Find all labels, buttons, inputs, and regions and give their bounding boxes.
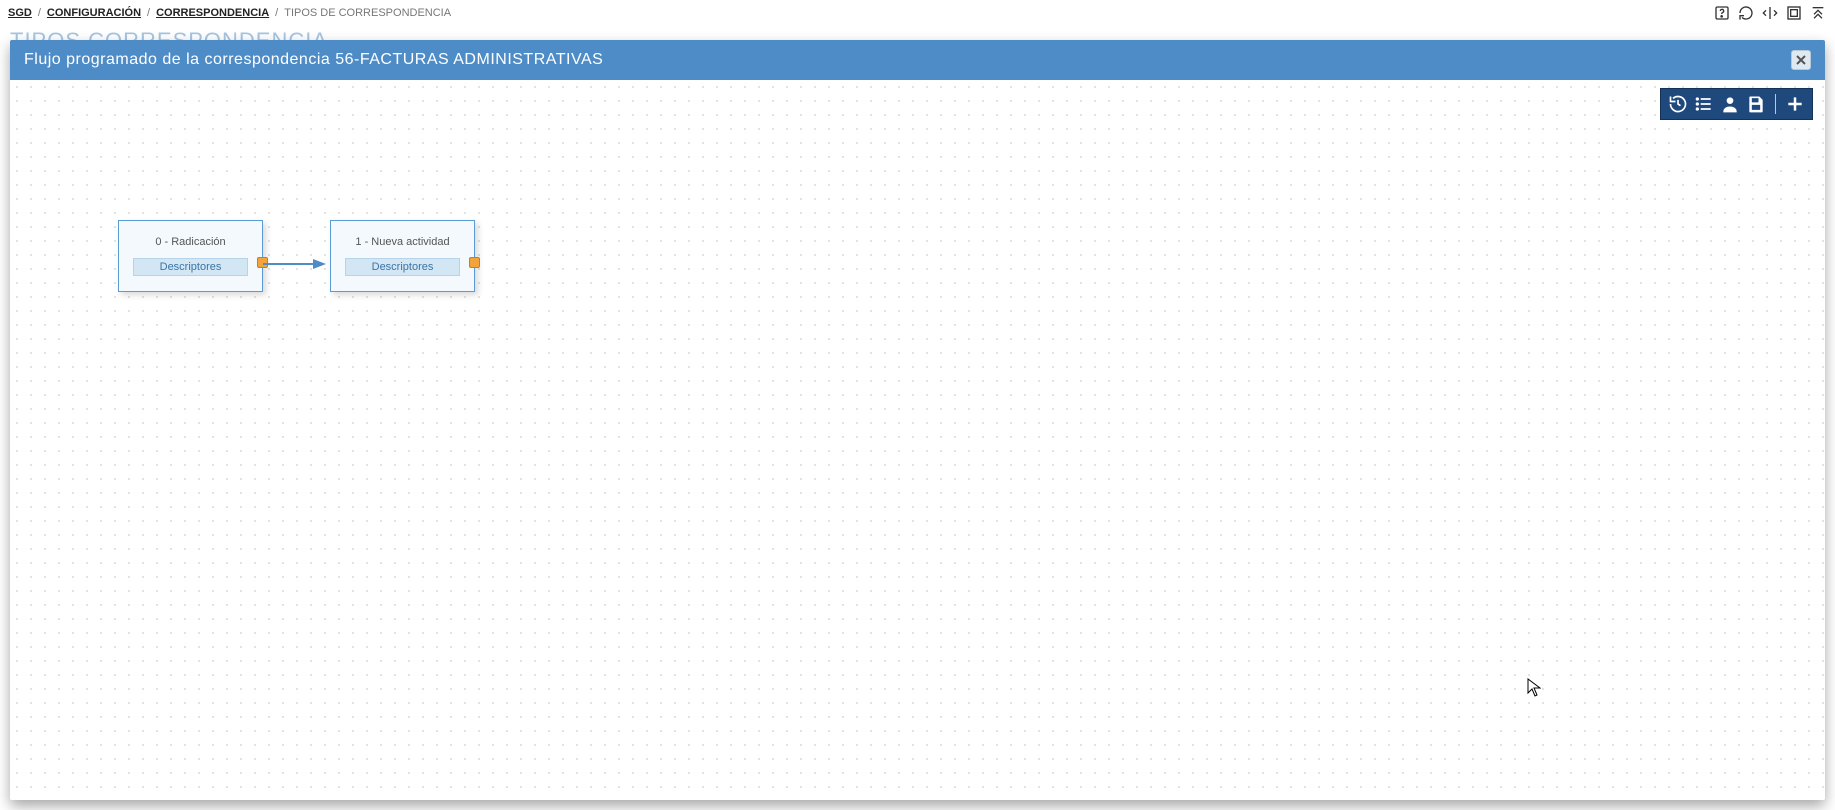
breadcrumb-level2[interactable]: CORRESPONDENCIA bbox=[156, 7, 269, 19]
descriptors-button[interactable]: Descriptores bbox=[133, 258, 248, 276]
breadcrumb-level1[interactable]: CONFIGURACIÓN bbox=[47, 7, 141, 19]
cursor-indicator bbox=[1527, 678, 1541, 698]
flow-node-out-port[interactable] bbox=[469, 257, 480, 268]
flow-node[interactable]: 1 - Nueva actividad Descriptores bbox=[330, 220, 475, 292]
flow-connector bbox=[263, 258, 327, 270]
flow-node-out-port[interactable] bbox=[257, 257, 268, 268]
flow-node-title: 0 - Radicación bbox=[155, 236, 225, 248]
history-icon[interactable] bbox=[1667, 93, 1689, 115]
list-icon[interactable] bbox=[1693, 93, 1715, 115]
flow-canvas[interactable]: 0 - RadicaciónDescriptores1 - Nueva acti… bbox=[10, 80, 1825, 800]
descriptors-button[interactable]: Descriptores bbox=[345, 258, 460, 276]
breadcrumb-sep: / bbox=[38, 7, 41, 19]
help-icon[interactable] bbox=[1713, 4, 1731, 22]
maximize-icon[interactable] bbox=[1785, 4, 1803, 22]
toolbar-divider bbox=[1775, 94, 1776, 114]
breadcrumb: SGD / CONFIGURACIÓN / CORRESPONDENCIA / … bbox=[8, 7, 451, 19]
close-icon[interactable] bbox=[1791, 50, 1811, 70]
user-icon[interactable] bbox=[1719, 93, 1741, 115]
flow-modal: Flujo programado de la correspondencia 5… bbox=[10, 40, 1825, 800]
breadcrumb-current: TIPOS DE CORRESPONDENCIA bbox=[284, 7, 451, 19]
top-bar: SGD / CONFIGURACIÓN / CORRESPONDENCIA / … bbox=[0, 0, 1835, 26]
flow-node[interactable]: 0 - Radicación Descriptores bbox=[118, 220, 263, 292]
split-icon[interactable] bbox=[1761, 4, 1779, 22]
refresh-icon[interactable] bbox=[1737, 4, 1755, 22]
save-icon[interactable] bbox=[1745, 93, 1767, 115]
collapse-up-icon[interactable] bbox=[1809, 4, 1827, 22]
canvas-toolbar bbox=[1660, 88, 1813, 120]
plus-icon[interactable] bbox=[1784, 93, 1806, 115]
breadcrumb-sep: / bbox=[147, 7, 150, 19]
modal-title: Flujo programado de la correspondencia 5… bbox=[24, 51, 603, 69]
breadcrumb-sep: / bbox=[275, 7, 278, 19]
breadcrumb-root[interactable]: SGD bbox=[8, 7, 32, 19]
flow-node-title: 1 - Nueva actividad bbox=[355, 236, 449, 248]
top-actions bbox=[1713, 4, 1827, 22]
modal-header: Flujo programado de la correspondencia 5… bbox=[10, 40, 1825, 80]
